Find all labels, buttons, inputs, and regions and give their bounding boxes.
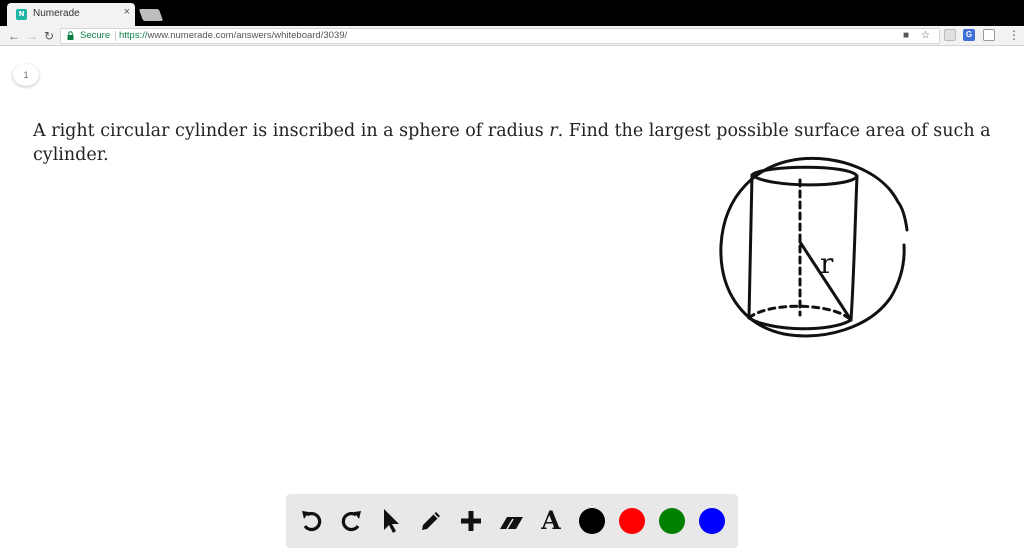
cylinder-in-sphere-sketch: r <box>719 156 909 338</box>
extension-g-icon[interactable]: G <box>963 29 975 41</box>
whiteboard-toolbar: A <box>286 494 738 548</box>
menu-icon[interactable]: ⋮ <box>1008 28 1020 42</box>
bookmark-star-icon[interactable]: ☆ <box>921 30 930 41</box>
select-cursor-icon[interactable] <box>376 506 406 536</box>
question-variable: r <box>549 121 558 141</box>
color-black-swatch[interactable] <box>579 508 605 534</box>
omnibox-separator <box>115 31 116 41</box>
forward-arrow-icon[interactable]: → <box>26 28 38 44</box>
extension-shield-icon[interactable] <box>983 29 995 41</box>
undo-icon[interactable] <box>297 506 327 536</box>
address-bar[interactable]: Secure https://www.numerade.com/answers/… <box>60 28 940 44</box>
reload-icon[interactable]: ↻ <box>44 28 54 44</box>
url-protocol: https:// <box>119 30 148 41</box>
browser-tab[interactable]: N Numerade × <box>7 3 135 26</box>
color-green-swatch[interactable] <box>659 508 685 534</box>
url-text[interactable]: https://www.numerade.com/answers/whitebo… <box>119 30 347 41</box>
tab-close-icon[interactable]: × <box>124 6 130 18</box>
color-red-swatch[interactable] <box>619 508 645 534</box>
extension-blank-icon[interactable] <box>944 29 956 41</box>
tab-title: Numerade <box>33 8 80 19</box>
new-tab-button[interactable] <box>138 9 164 21</box>
redo-icon[interactable] <box>336 506 366 536</box>
text-tool-icon[interactable]: A <box>536 506 566 536</box>
question-part-1: A right circular cylinder is inscribed i… <box>33 121 550 141</box>
back-arrow-icon[interactable]: ← <box>8 28 20 44</box>
color-blue-swatch[interactable] <box>699 508 725 534</box>
plus-icon[interactable] <box>456 506 486 536</box>
cylinder-left-wall <box>747 173 754 320</box>
pencil-icon[interactable] <box>416 506 446 536</box>
lock-icon <box>67 31 74 40</box>
tab-strip: N Numerade × <box>0 0 1024 26</box>
radius-label: r <box>820 247 834 280</box>
url-path: www.numerade.com/answers/whiteboard/3039… <box>147 30 348 41</box>
eraser-icon[interactable] <box>496 506 526 536</box>
browser-toolbar: ← → ↻ Secure https://www.numerade.com/an… <box>0 26 1024 46</box>
numerade-favicon-icon: N <box>16 9 27 20</box>
camera-icon[interactable]: ■ <box>903 30 909 41</box>
secure-label: Secure <box>80 30 111 41</box>
cylinder-top <box>750 165 859 187</box>
cylinder-right-wall <box>849 174 859 322</box>
page-number-badge[interactable]: 1 <box>13 64 39 86</box>
